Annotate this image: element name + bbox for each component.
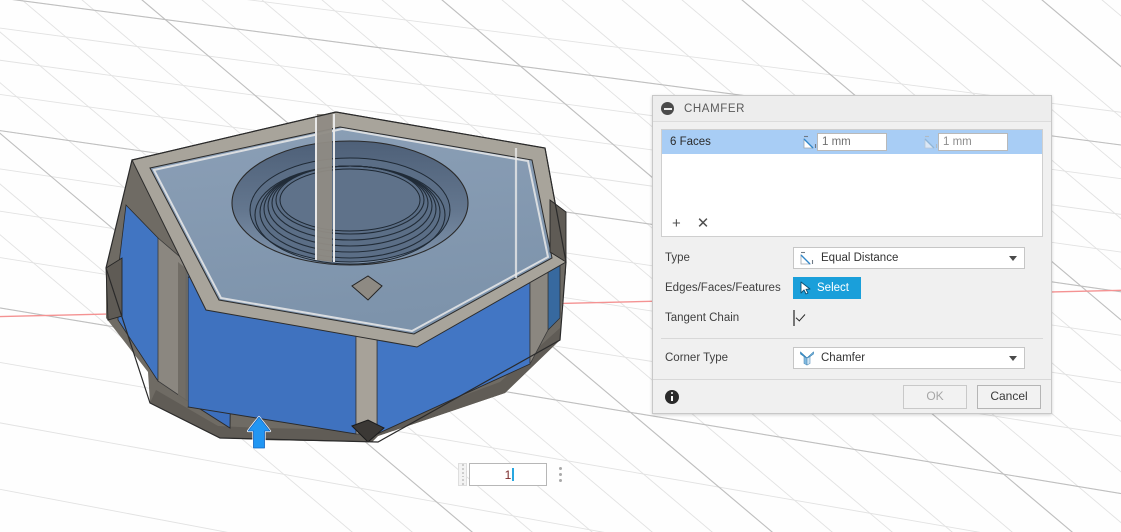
- timeline-marker-widget[interactable]: 1: [458, 462, 567, 487]
- type-dropdown[interactable]: Equal Distance: [793, 247, 1025, 269]
- dialog-titlebar[interactable]: CHAMFER: [653, 96, 1051, 122]
- edges-label: Edges/Faces/Features: [661, 282, 793, 294]
- distance-1-input[interactable]: [817, 133, 887, 151]
- selection-tools: + ✕: [662, 210, 709, 236]
- row-edges: Edges/Faces/Features Select: [661, 273, 1043, 303]
- minus-circle-icon[interactable]: [661, 102, 674, 115]
- cancel-button[interactable]: Cancel: [977, 385, 1041, 409]
- row-tangent-chain: Tangent Chain: [661, 303, 1043, 333]
- section-divider: [661, 338, 1043, 339]
- dialog-body: 6 Faces: [653, 122, 1051, 373]
- type-label: Type: [661, 252, 793, 264]
- corner-type-label: Corner Type: [661, 352, 793, 364]
- type-control: Equal Distance: [793, 247, 1043, 269]
- chamfer-distance-icon-disabled: [923, 134, 939, 150]
- dialog-title: CHAMFER: [684, 103, 745, 115]
- application-window: 1 CHAMFER 6 Faces: [0, 0, 1121, 532]
- corner-type-dropdown[interactable]: Chamfer: [793, 347, 1025, 369]
- row-corner-type: Corner Type Chamfer: [661, 343, 1043, 373]
- selection-list[interactable]: 6 Faces: [661, 129, 1043, 237]
- drag-grip-icon[interactable]: [458, 463, 467, 486]
- chamfer-equal-distance-icon: [799, 250, 815, 266]
- chevron-down-icon[interactable]: [1009, 356, 1017, 361]
- distance-2-group[interactable]: [923, 133, 1008, 151]
- chevron-down-icon[interactable]: [1009, 256, 1017, 261]
- type-value: Equal Distance: [821, 252, 1009, 264]
- parameter-rows: Type Equal Distance: [661, 237, 1043, 373]
- chamfer-dialog[interactable]: CHAMFER 6 Faces: [652, 95, 1052, 414]
- remove-selection-button[interactable]: ✕: [697, 216, 710, 231]
- chamfer-distance-icon: [802, 134, 818, 150]
- select-button-label: Select: [817, 282, 849, 294]
- select-button[interactable]: Select: [793, 277, 861, 299]
- cursor-arrow-icon: [799, 281, 812, 295]
- tangent-chain-label: Tangent Chain: [661, 312, 793, 324]
- ok-button[interactable]: OK: [903, 385, 967, 409]
- row-type: Type Equal Distance: [661, 243, 1043, 273]
- edges-control: Select: [793, 277, 1043, 299]
- corner-chamfer-icon: [799, 350, 815, 366]
- timeline-value-input[interactable]: 1: [469, 463, 547, 486]
- text-caret: [512, 468, 514, 481]
- overflow-menu-icon[interactable]: [553, 463, 567, 486]
- timeline-value: 1: [505, 468, 512, 482]
- tangent-chain-checkbox[interactable]: [793, 310, 795, 326]
- corner-type-control: Chamfer: [793, 347, 1043, 369]
- dialog-footer: OK Cancel: [653, 379, 1051, 413]
- distance-1-group[interactable]: [802, 133, 887, 151]
- info-icon[interactable]: [665, 390, 679, 404]
- distance-2-input[interactable]: [938, 133, 1008, 151]
- selection-row-label: 6 Faces: [670, 136, 802, 148]
- add-selection-button[interactable]: +: [672, 216, 681, 231]
- selection-row[interactable]: 6 Faces: [662, 130, 1042, 154]
- tangent-chain-control: [793, 311, 1043, 325]
- corner-type-value: Chamfer: [821, 352, 1009, 364]
